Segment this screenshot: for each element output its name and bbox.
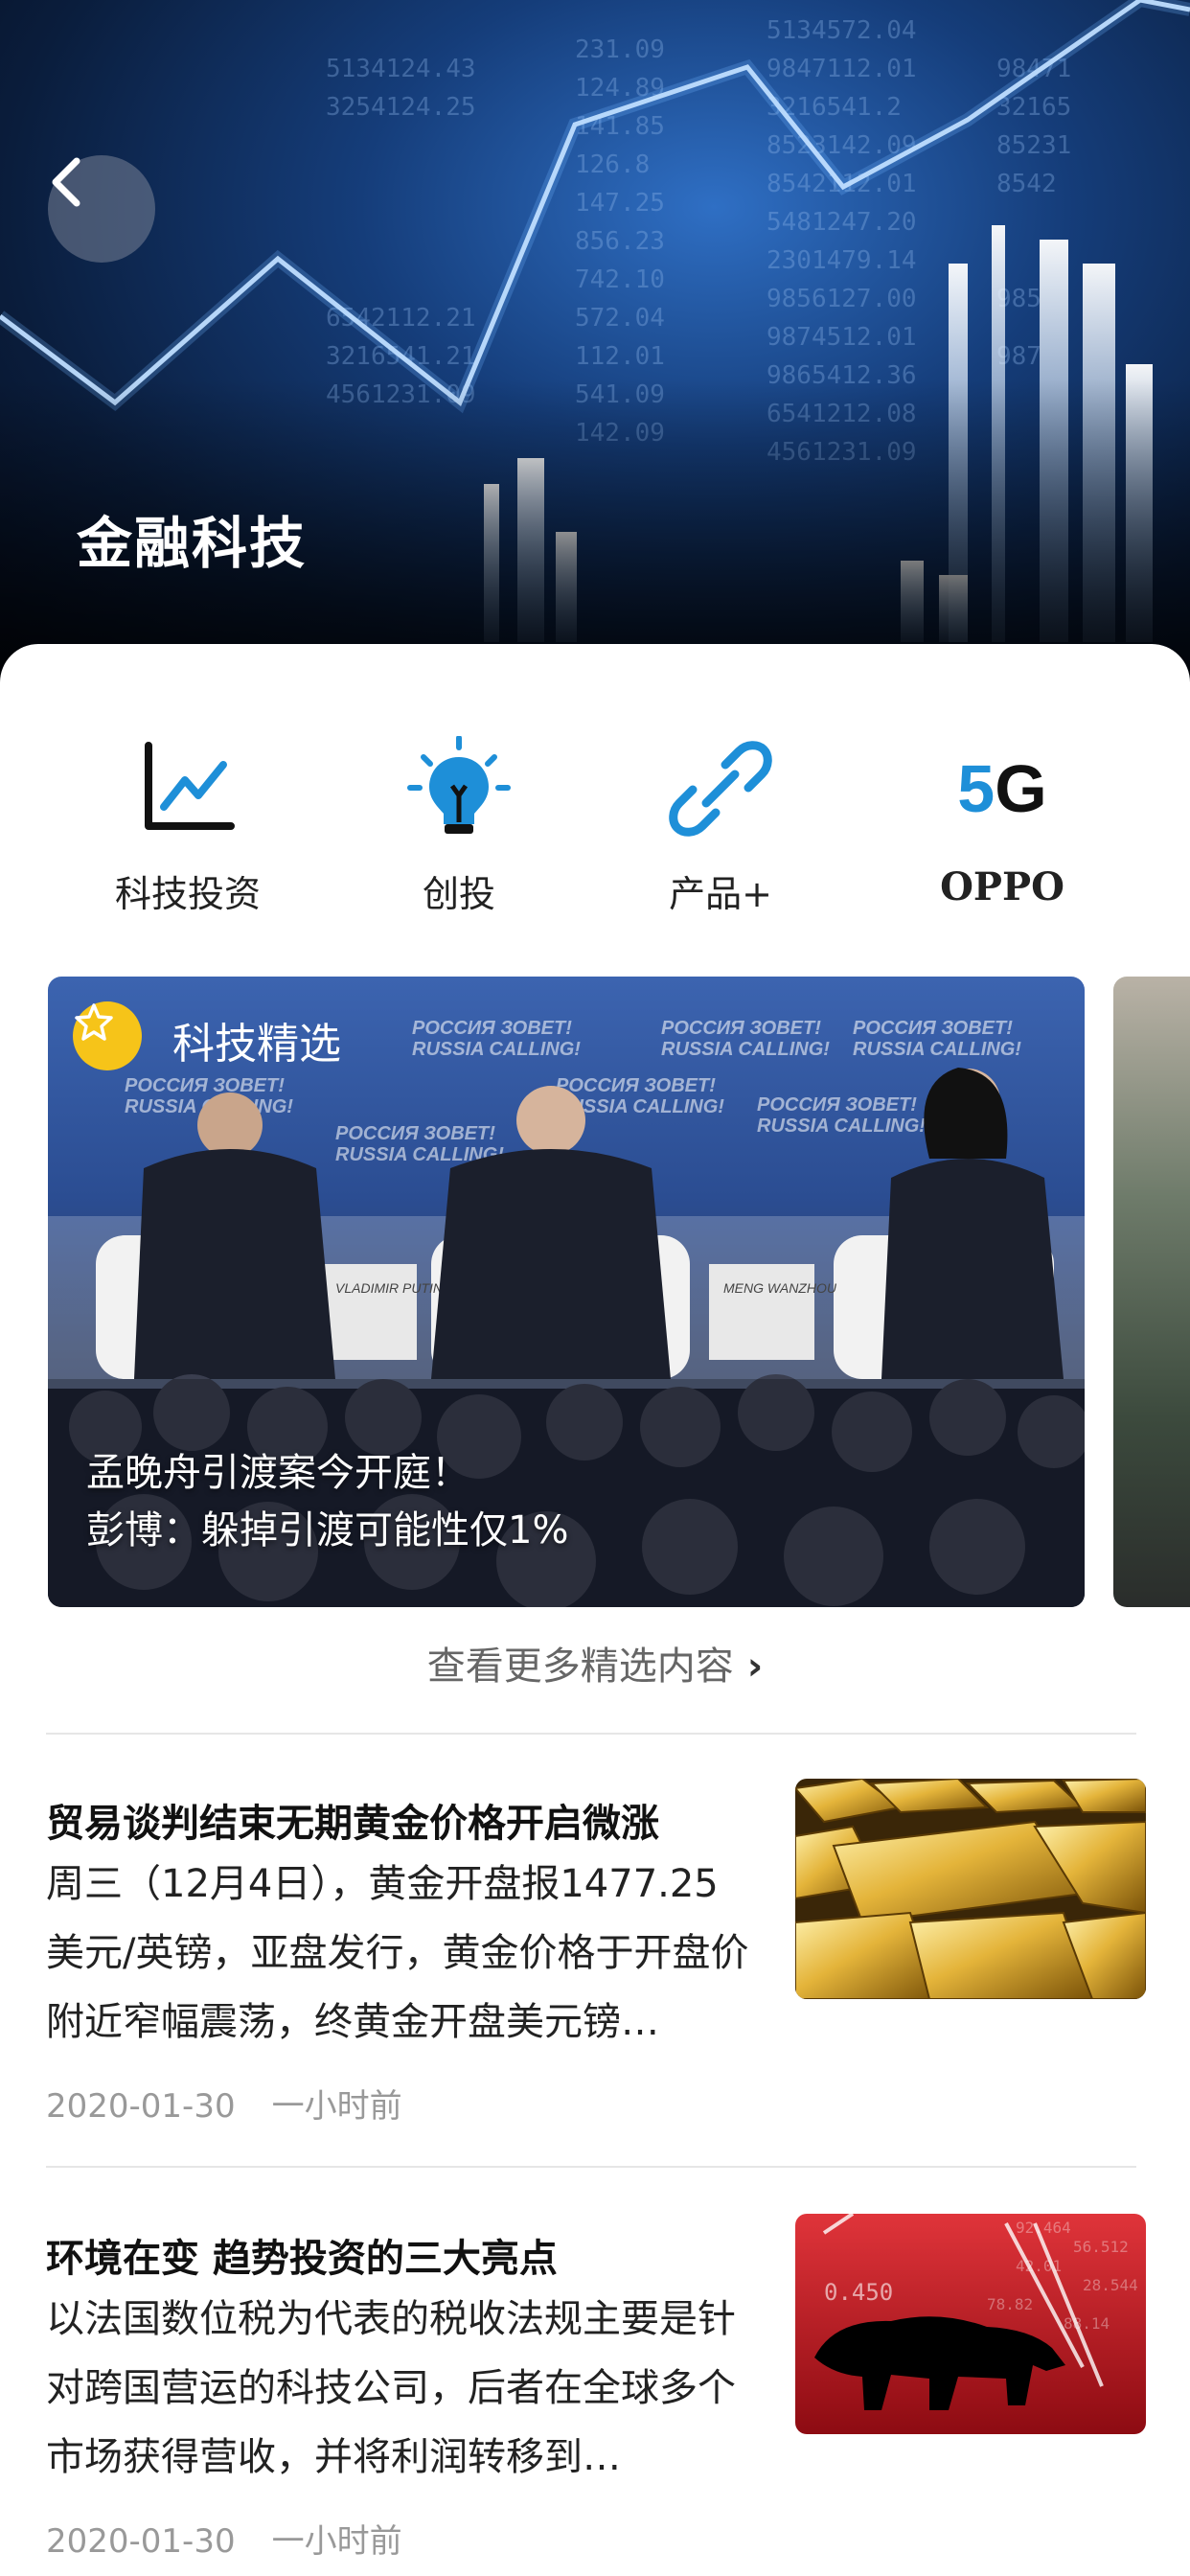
featured-badge-label: 科技精选 <box>172 1020 341 1069</box>
svg-text:РОССИЯ ЗОВЕТ!: РОССИЯ ЗОВЕТ! <box>853 1018 1013 1039</box>
svg-text:78.82: 78.82 <box>987 2295 1033 2313</box>
svg-text:RUSSIA CALLING!: RUSSIA CALLING! <box>661 1039 830 1060</box>
bear-market-image: 92.46456.512 42.0128.544 78.8288.14 0.45… <box>795 2214 1146 2434</box>
content-sheet: 科技投资 创投 产品+ 5G OPPO РОССИЯ ЗОВЕТ! RUSSIA… <box>0 644 1190 2576</box>
trend-chart-icon <box>135 736 240 841</box>
category-label: OPPO <box>940 864 1064 909</box>
star-icon <box>73 1001 142 1070</box>
svg-text:88.14: 88.14 <box>1064 2314 1110 2333</box>
page-title: 金融科技 <box>77 511 308 576</box>
back-button[interactable] <box>48 155 155 263</box>
category-label: 创投 <box>422 873 495 915</box>
category-nav: 科技投资 创投 产品+ 5G OPPO <box>0 735 1190 928</box>
news-thumbnail: 92.464 56.512 42.01 28.544 78.82 88.14 0.45… <box>795 2214 1146 2434</box>
news-summary: 以法国数位税为代表的税收法规主要是针对跨国营运的科技公司，后者在全球多个市场获得… <box>46 2297 736 2479</box>
view-more-label: 查看更多精选内容 <box>426 1644 734 1689</box>
svg-text:MENG WANZHOU: MENG WANZHOU <box>723 1280 837 1296</box>
news-item[interactable]: 环境在变 趋势投资的三大亮点 以法国数位税为代表的税收法规主要是针对跨国营运的科… <box>46 2214 1146 2572</box>
svg-text:РОССИЯ ЗОВЕТ!: РОССИЯ ЗОВЕТ! <box>412 1018 572 1039</box>
featured-caption-line: 彭博：躲掉引渡可能性仅1% <box>86 1508 569 1552</box>
hero-background-graphic: 231.09124.89141.85 126.8147.25856.23 742… <box>0 0 1190 690</box>
category-products[interactable]: 产品+ <box>615 736 826 928</box>
divider <box>46 1733 1136 1735</box>
svg-text:28.544: 28.544 <box>1083 2276 1138 2294</box>
svg-text:VLADIMIR PUTIN: VLADIMIR PUTIN <box>335 1280 444 1296</box>
svg-text:РОССИЯ ЗОВЕТ!: РОССИЯ ЗОВЕТ! <box>661 1018 821 1039</box>
news-summary: 周三（12月4日），黄金开盘报1477.25美元/英镑，亚盘发行，黄金价格于开盘… <box>46 1862 749 2044</box>
news-thumbnail <box>795 1779 1146 1999</box>
svg-text:RUSSIA CALLING!: RUSSIA CALLING! <box>757 1116 926 1137</box>
svg-text:РОССИЯ ЗОВЕТ!: РОССИЯ ЗОВЕТ! <box>335 1123 495 1144</box>
svg-text:56.512: 56.512 <box>1073 2238 1129 2256</box>
news-date: 2020-01-30 <box>46 2087 236 2126</box>
divider <box>46 2166 1136 2168</box>
svg-text:92.464: 92.464 <box>1016 2219 1071 2237</box>
news-time: 一小时前 <box>271 2087 402 2126</box>
chevron-right-icon: › <box>746 1644 764 1689</box>
svg-text:РОССИЯ ЗОВЕТ!: РОССИЯ ЗОВЕТ! <box>757 1094 917 1116</box>
news-time: 一小时前 <box>271 2522 402 2561</box>
chevron-left-icon <box>52 157 80 207</box>
news-item[interactable]: 贸易谈判结束无期黄金价格开启微涨 周三（12月4日），黄金开盘报1477.25美… <box>46 1779 1146 2137</box>
hero-banner: 231.09124.89141.85 126.8147.25856.23 742… <box>0 0 1190 690</box>
news-meta: 2020-01-30 一小时前 <box>46 2080 402 2127</box>
category-label: 科技投资 <box>114 873 261 915</box>
featured-caption: 孟晚舟引渡案今开庭！ 彭博：躲掉引渡可能性仅1% <box>86 1444 568 1559</box>
svg-text:РОССИЯ ЗОВЕТ!: РОССИЯ ЗОВЕТ! <box>125 1075 285 1096</box>
news-title: 贸易谈判结束无期黄金价格开启微涨 <box>46 1802 659 1846</box>
next-featured-card[interactable] <box>1113 977 1190 1607</box>
category-venture[interactable]: 创投 <box>354 735 564 928</box>
view-more-link[interactable]: 查看更多精选内容 › <box>0 1635 1190 1690</box>
news-title: 环境在变 趋势投资的三大亮点 <box>46 2237 558 2281</box>
svg-text:0.450: 0.450 <box>824 2279 893 2306</box>
5g-icon: 5G <box>957 751 1047 826</box>
category-label: 产品+ <box>669 873 772 915</box>
featured-card[interactable]: РОССИЯ ЗОВЕТ! RUSSIA CALLING! РОССИЯ ЗОВЕ… <box>48 977 1085 1607</box>
lightbulb-icon <box>406 735 512 841</box>
news-meta: 2020-01-30 一小时前 <box>46 2515 402 2562</box>
news-date: 2020-01-30 <box>46 2522 236 2561</box>
link-icon <box>668 736 773 841</box>
svg-text:RUSSIA CALLING!: RUSSIA CALLING! <box>412 1039 581 1060</box>
svg-text:РОССИЯ ЗОВЕТ!: РОССИЯ ЗОВЕТ! <box>556 1075 716 1096</box>
category-tech-investment[interactable]: 科技投资 <box>82 736 293 928</box>
category-oppo[interactable]: 5G OPPO <box>897 736 1108 928</box>
featured-caption-line: 孟晚舟引渡案今开庭！ <box>86 1451 469 1495</box>
gold-bars-image <box>795 1779 1146 1999</box>
svg-text:RUSSIA CALLING!: RUSSIA CALLING! <box>853 1039 1021 1060</box>
